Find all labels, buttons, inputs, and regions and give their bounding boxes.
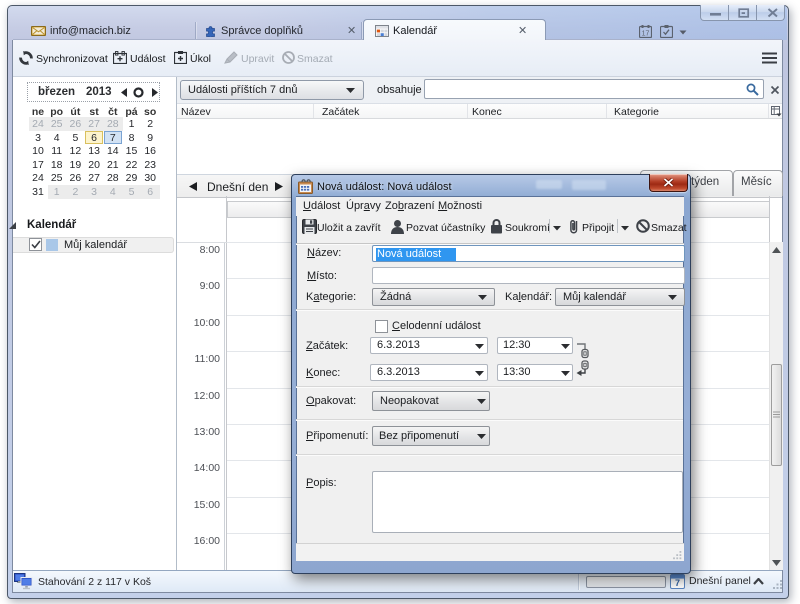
svg-text:7: 7 <box>675 578 680 588</box>
svg-text:17: 17 <box>642 31 650 38</box>
